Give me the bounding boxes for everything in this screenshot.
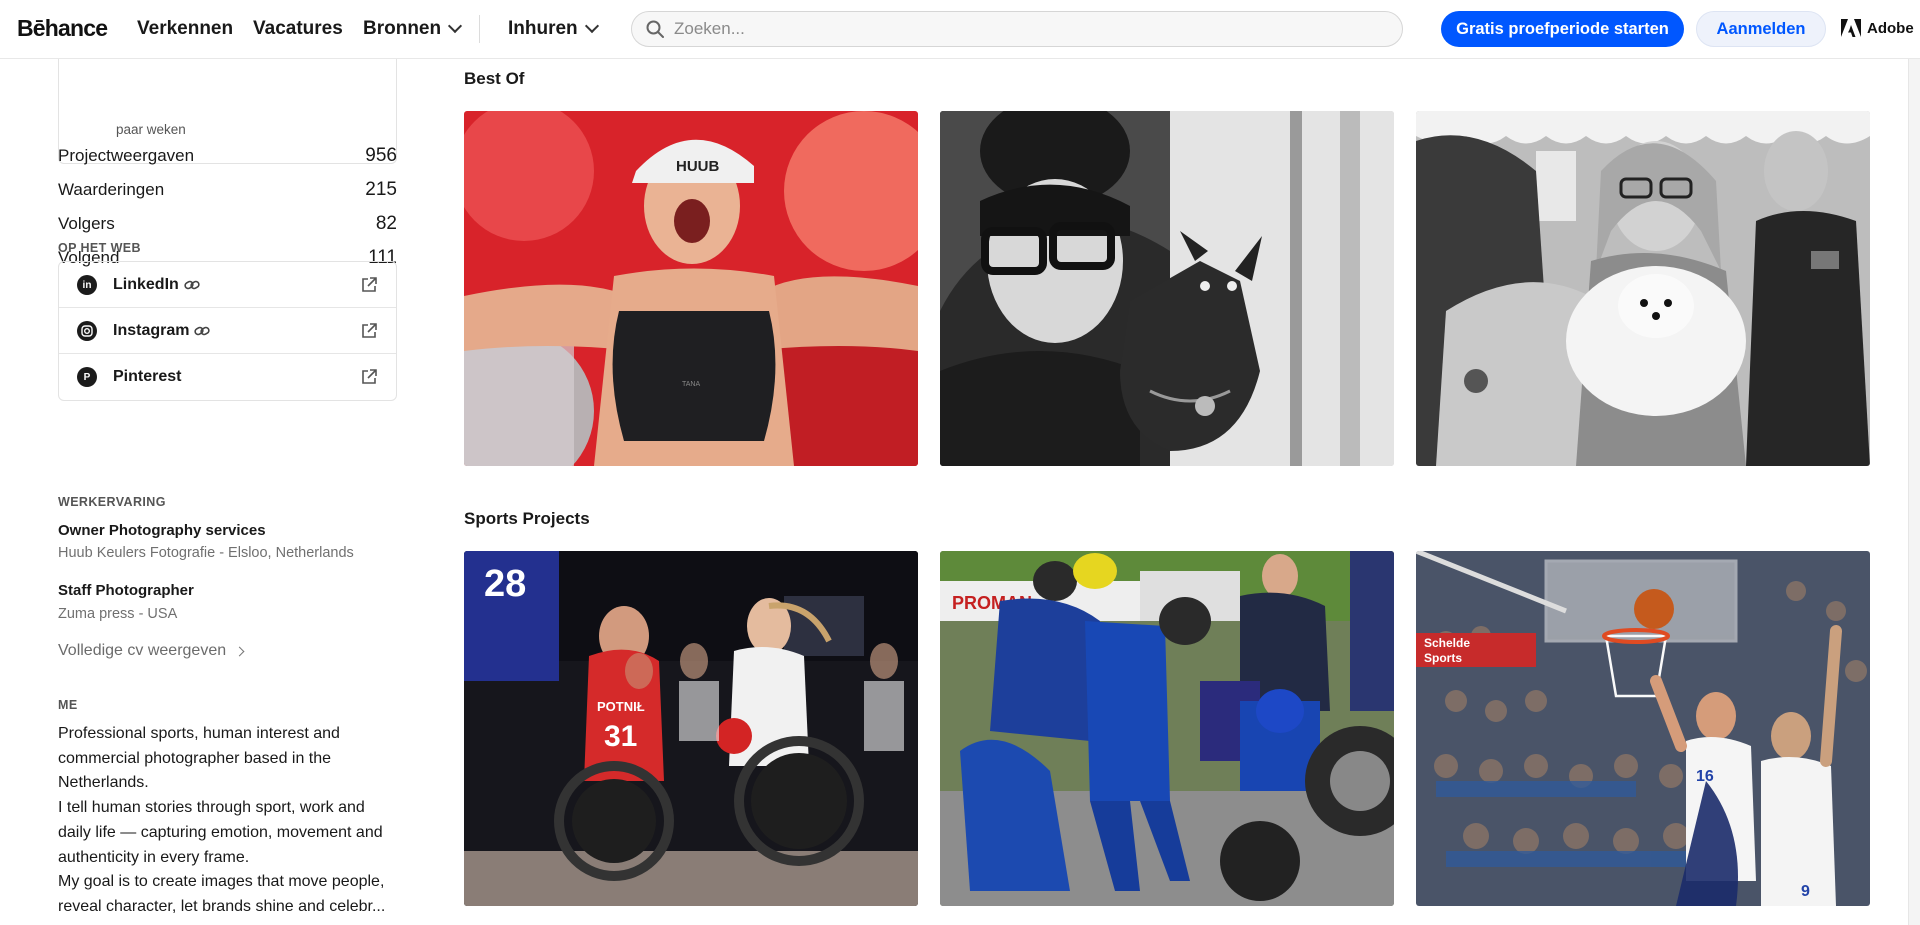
svg-text:9: 9 <box>1801 883 1810 900</box>
about-paragraph: My goal is to create images that move pe… <box>58 873 386 915</box>
chevron-down-icon <box>584 18 599 34</box>
full-cv-label: Volledige cv weergeven <box>58 642 227 659</box>
nav-verkennen-label: Verkennen <box>137 18 234 39</box>
stat-value: 215 <box>365 179 397 200</box>
web-link-name: LinkedIn <box>113 275 179 293</box>
nav-verkennen[interactable]: Verkennen <box>137 18 233 40</box>
project-thumbnail: Schelde Sports 16 9 <box>1416 551 1870 906</box>
bib-number-text: 28 <box>484 563 526 605</box>
profile-card-note: paar weken <box>116 122 186 137</box>
project-thumbnail: 28 POTNIŁ 31 <box>464 551 918 906</box>
start-trial-button[interactable]: Gratis proefperiode starten <box>1441 11 1684 47</box>
experience-heading: WERKERVARING <box>58 495 166 509</box>
nav-vacatures-label: Vacatures <box>253 18 343 39</box>
external-link-icon[interactable] <box>360 322 378 340</box>
section-title-best-of: Best Of <box>464 69 525 88</box>
external-link-icon[interactable] <box>360 276 378 294</box>
job-title: Staff Photographer <box>58 582 194 599</box>
project-thumbnail <box>940 111 1394 466</box>
nav-inhuren-label: Inhuren <box>508 18 578 39</box>
web-link-instagram[interactable]: Instagram <box>59 308 396 354</box>
stat-label: Waarderingen <box>58 180 165 199</box>
chain-link-icon <box>194 326 210 336</box>
project-tile-basketball[interactable]: Schelde Sports 16 9 <box>1416 551 1870 906</box>
web-links-heading: OP HET WEB <box>58 241 141 255</box>
nav-divider <box>479 15 480 43</box>
linkedin-icon: in <box>77 275 97 295</box>
adobe-icon <box>1841 19 1861 37</box>
stat-value: 82 <box>375 213 397 234</box>
search-bar[interactable] <box>631 11 1403 47</box>
web-links-card: in LinkedIn Instagram P Pinterest <box>58 261 397 401</box>
stat-row: Waarderingen 215 <box>58 173 397 207</box>
sponsor-text-1: Schelde <box>1424 636 1470 650</box>
nav-vacatures[interactable]: Vacatures <box>253 18 343 40</box>
profile-sidebar: paar weken Projectweergaven 956 Waarderi… <box>58 59 397 925</box>
external-link-icon[interactable] <box>360 368 378 386</box>
nav-inhuren[interactable]: Inhuren <box>508 18 599 40</box>
page-scrollbar[interactable] <box>1908 59 1920 925</box>
stat-label: Volgers <box>58 214 115 233</box>
project-tile-moto-pitstop[interactable]: PROMAN <box>940 551 1394 906</box>
sign-in-button[interactable]: Aanmelden <box>1696 11 1826 47</box>
sponsor-text-2: Sports <box>1424 651 1462 665</box>
about-paragraph: Professional sports, human interest and … <box>58 725 340 792</box>
pinterest-icon: P <box>77 367 97 387</box>
web-link-name: Instagram <box>113 321 190 339</box>
adobe-link[interactable]: Adobe <box>1841 19 1914 37</box>
instagram-icon <box>77 321 97 341</box>
jersey-name-text: POTNIŁ <box>597 699 645 714</box>
search-icon <box>646 20 664 38</box>
project-thumbnail <box>1416 111 1870 466</box>
cap-brand-text: HUUB <box>676 158 719 175</box>
stat-row: Projectweergaven 956 <box>58 139 397 173</box>
top-navigation: Bēhance Verkennen Vacatures Bronnen Inhu… <box>0 0 1920 59</box>
about-paragraph: I tell human stories through sport, work… <box>58 799 383 866</box>
behance-logo[interactable]: Bēhance <box>17 15 108 42</box>
stat-label: Projectweergaven <box>58 146 195 165</box>
chain-link-icon <box>184 280 200 290</box>
adobe-label: Adobe <box>1867 19 1914 37</box>
jersey-number-text: 31 <box>604 720 637 753</box>
nav-bronnen-label: Bronnen <box>363 18 442 39</box>
project-tile-dog-market[interactable] <box>1416 111 1870 466</box>
web-link-name: Pinterest <box>113 368 182 385</box>
search-input[interactable] <box>674 19 1374 39</box>
about-heading: ME <box>58 698 78 712</box>
job-company: Huub Keulers Fotografie - Elsloo, Nether… <box>58 545 354 561</box>
chevron-down-icon <box>448 18 463 34</box>
project-tile-wheelchair-rugby[interactable]: 28 POTNIŁ 31 <box>464 551 918 906</box>
full-cv-link[interactable]: Volledige cv weergeven <box>58 642 245 660</box>
project-tile-dog-lady[interactable] <box>940 111 1394 466</box>
about-text: Professional sports, human interest and … <box>58 722 397 920</box>
web-link-pinterest[interactable]: P Pinterest <box>59 354 396 400</box>
project-thumbnail: PROMAN <box>940 551 1394 906</box>
svg-text:16: 16 <box>1696 768 1714 785</box>
job-company: Zuma press - USA <box>58 606 178 622</box>
job-title: Owner Photography services <box>58 522 266 539</box>
web-link-linkedin[interactable]: in LinkedIn <box>59 262 396 308</box>
project-tile-runner[interactable]: HUUB TANA <box>464 111 918 466</box>
chevron-right-icon <box>234 646 245 656</box>
shirt-brand-text: TANA <box>682 381 700 388</box>
stat-value: 956 <box>365 145 397 166</box>
project-thumbnail: HUUB TANA <box>464 111 918 466</box>
nav-bronnen[interactable]: Bronnen <box>363 18 463 40</box>
stat-row[interactable]: Volgers 82 <box>58 207 397 241</box>
section-title-sports: Sports Projects <box>464 509 590 528</box>
